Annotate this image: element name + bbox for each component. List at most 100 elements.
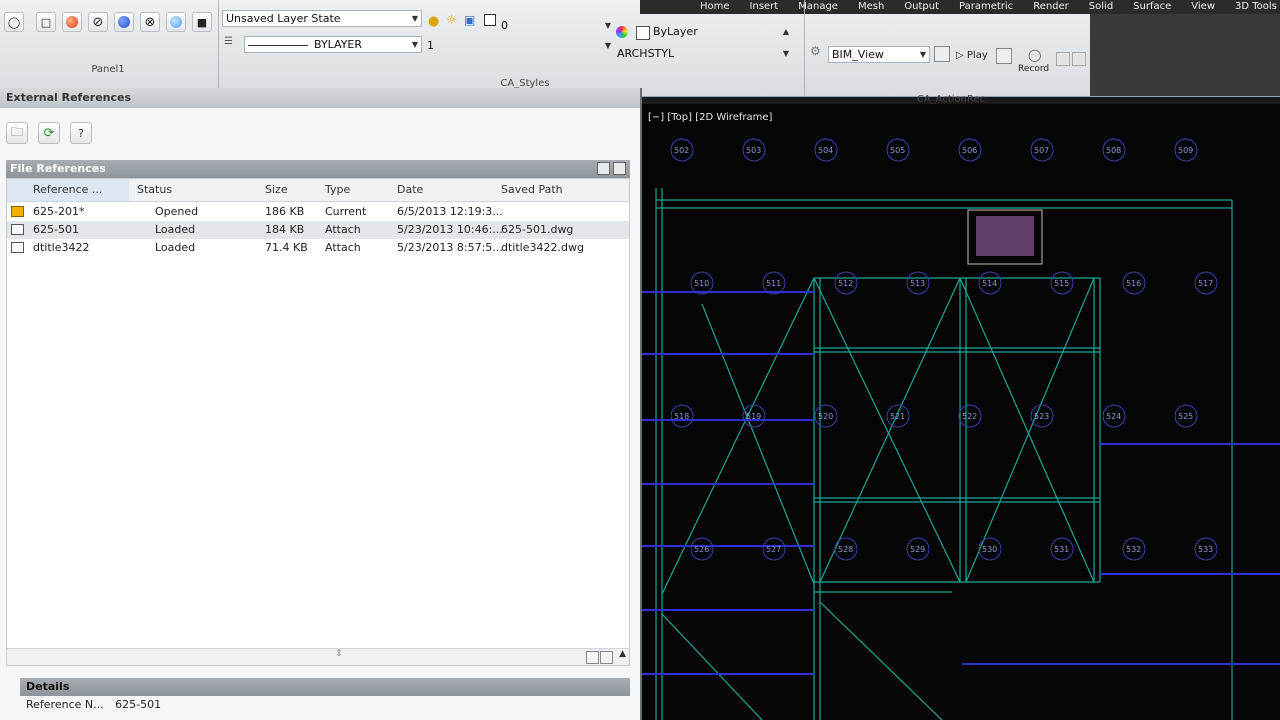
shade-blue-button[interactable] [114, 12, 134, 32]
room-tag-label: 521 [890, 412, 905, 421]
action-tree-icon: ⚙ [810, 44, 821, 58]
col-reference-name[interactable]: Reference ... [7, 179, 129, 201]
room-tag-label: 518 [674, 412, 689, 421]
action-extra-icon[interactable] [1056, 52, 1070, 66]
details-toggle-icon[interactable] [600, 651, 613, 664]
chevron-down-icon: ▼ [782, 49, 789, 58]
room-tag-label: 532 [1126, 545, 1141, 554]
table-row[interactable]: 625-501 Loaded 184 KB Attach 5/23/2013 1… [7, 221, 629, 239]
ribbon-empty-area [1090, 14, 1280, 96]
tab-view[interactable]: View [1191, 0, 1215, 14]
tree-view-icon[interactable] [613, 162, 626, 175]
room-tag-label: 517 [1198, 279, 1213, 288]
col-saved-path[interactable]: Saved Path [501, 183, 563, 196]
tab-output[interactable]: Output [904, 0, 939, 14]
col-size[interactable]: Size [265, 183, 288, 196]
shade-wire-button[interactable]: □ [36, 12, 56, 32]
blue-sphere-icon [118, 16, 130, 28]
resize-grip-icon[interactable]: ⇕ [335, 649, 343, 659]
tab-insert[interactable]: Insert [750, 0, 779, 14]
viewport-controls-label[interactable]: [−] [Top] [2D Wireframe] [648, 112, 772, 123]
lightblue-sphere-icon [170, 16, 182, 28]
room-tag-label: 511 [766, 279, 781, 288]
record-icon: ◯ [1028, 48, 1042, 62]
room-tag-label: 505 [890, 146, 905, 155]
room-tag-label: 513 [910, 279, 925, 288]
details-reference-name: Reference N... 625-501 [26, 698, 162, 711]
refresh-icon: ⟳ [43, 125, 55, 141]
panel1-title: Panel1 [91, 64, 125, 75]
action-extra2-icon[interactable] [1072, 52, 1086, 66]
help-icon: ? [78, 126, 84, 140]
red-sphere-icon [66, 16, 78, 28]
tab-mesh[interactable]: Mesh [858, 0, 884, 14]
room-tag-label: 519 [746, 412, 761, 421]
lock-icon[interactable]: ▣ [464, 13, 475, 27]
room-tag-label: 507 [1034, 146, 1049, 155]
layer-state-dropdown[interactable]: Unsaved Layer State ▼ [222, 10, 422, 27]
table-row[interactable]: 625-201* Opened 186 KB Current 6/5/2013 … [7, 203, 629, 221]
linetype-icon: ☰ [224, 36, 233, 47]
action-settings-icon[interactable] [996, 48, 1012, 64]
lightbulb-icon[interactable]: ● [428, 14, 439, 29]
file-references-header: File References [6, 160, 630, 178]
textstyle-dropdown[interactable]: ARCHSTYL ▼ [614, 46, 792, 63]
manage-actions-icon[interactable] [934, 46, 950, 62]
help-button[interactable]: ? [70, 122, 92, 144]
drawing-viewport[interactable]: [−] [Top] [2D Wireframe] 502 503 504 505… [642, 104, 1280, 720]
room-tag-label: 506 [962, 146, 977, 155]
tab-3d-tools[interactable]: 3D Tools [1235, 0, 1277, 14]
xray-button[interactable]: ■ [192, 12, 212, 32]
color-dropdown[interactable]: ByLayer ▲ [650, 24, 792, 41]
attach-dwg-button[interactable]: 🗀 [6, 122, 28, 144]
hidden-button[interactable]: ⊘ [88, 12, 108, 32]
room-tag-label: 525 [1178, 412, 1193, 421]
sun-icon[interactable]: ☼ [446, 13, 458, 28]
col-date[interactable]: Date [397, 183, 423, 196]
room-tag-label: 530 [982, 545, 997, 554]
tab-parametric[interactable]: Parametric [959, 0, 1013, 14]
room-tag-label: 516 [1126, 279, 1141, 288]
linetype-dropdown[interactable]: BYLAYER ▼ [244, 36, 422, 53]
conceptual-button[interactable]: ⊗ [140, 12, 160, 32]
tab-render[interactable]: Render [1033, 0, 1069, 14]
color-wheel-icon [616, 26, 628, 38]
chevron-down-icon: ▼ [411, 40, 418, 49]
refresh-button[interactable]: ⟳ [38, 122, 60, 144]
play-button[interactable]: ▷ Play [956, 50, 988, 61]
room-tag-label: 508 [1106, 146, 1121, 155]
chevron-down-icon: ▼ [604, 21, 611, 30]
layer-color-swatch [484, 14, 496, 26]
room-tag-label: 509 [1178, 146, 1193, 155]
room-tag-label: 504 [818, 146, 833, 155]
action-macro-dropdown[interactable]: BIM_View ▼ [828, 46, 930, 63]
file-references-list: Reference ... Status Size Type Date Save… [6, 178, 630, 666]
list-view-icon[interactable] [597, 162, 610, 175]
room-tag-label: 523 [1034, 412, 1049, 421]
room-tag-label: 529 [910, 545, 925, 554]
tab-home[interactable]: Home [700, 0, 730, 14]
palette-title: External References [0, 88, 640, 108]
room-tag-label: 520 [818, 412, 833, 421]
play-icon: ▷ [956, 50, 964, 61]
tab-solid[interactable]: Solid [1089, 0, 1113, 14]
col-status[interactable]: Status [137, 183, 172, 196]
lineweight-dropdown[interactable]: 1 ▼ [424, 38, 614, 55]
shade-red-button[interactable] [62, 12, 82, 32]
col-type[interactable]: Type [325, 183, 350, 196]
room-tag-label: 510 [694, 279, 709, 288]
layer-dropdown[interactable]: 0 ▼ [498, 18, 614, 35]
folder-attach-icon: 🗀 [10, 124, 23, 139]
view-cube-button[interactable]: ◯ [4, 12, 24, 32]
table-row[interactable]: dtitle3422 Loaded 71.4 KB Attach 5/23/20… [7, 239, 629, 257]
xref-toolbar: 🗀 ⟳ ? [6, 122, 92, 144]
preview-toggle-icon[interactable] [586, 651, 599, 664]
tab-surface[interactable]: Surface [1133, 0, 1171, 14]
record-button[interactable]: Record [1018, 64, 1049, 74]
list-footer: ⇕ ▲ [7, 648, 629, 665]
room-tag-label: 524 [1106, 412, 1121, 421]
crossed-circle-icon: ⊗ [144, 14, 156, 30]
collapse-icon[interactable]: ▲ [619, 649, 626, 659]
realistic-button[interactable] [166, 12, 186, 32]
room-tag-label: 503 [746, 146, 761, 155]
